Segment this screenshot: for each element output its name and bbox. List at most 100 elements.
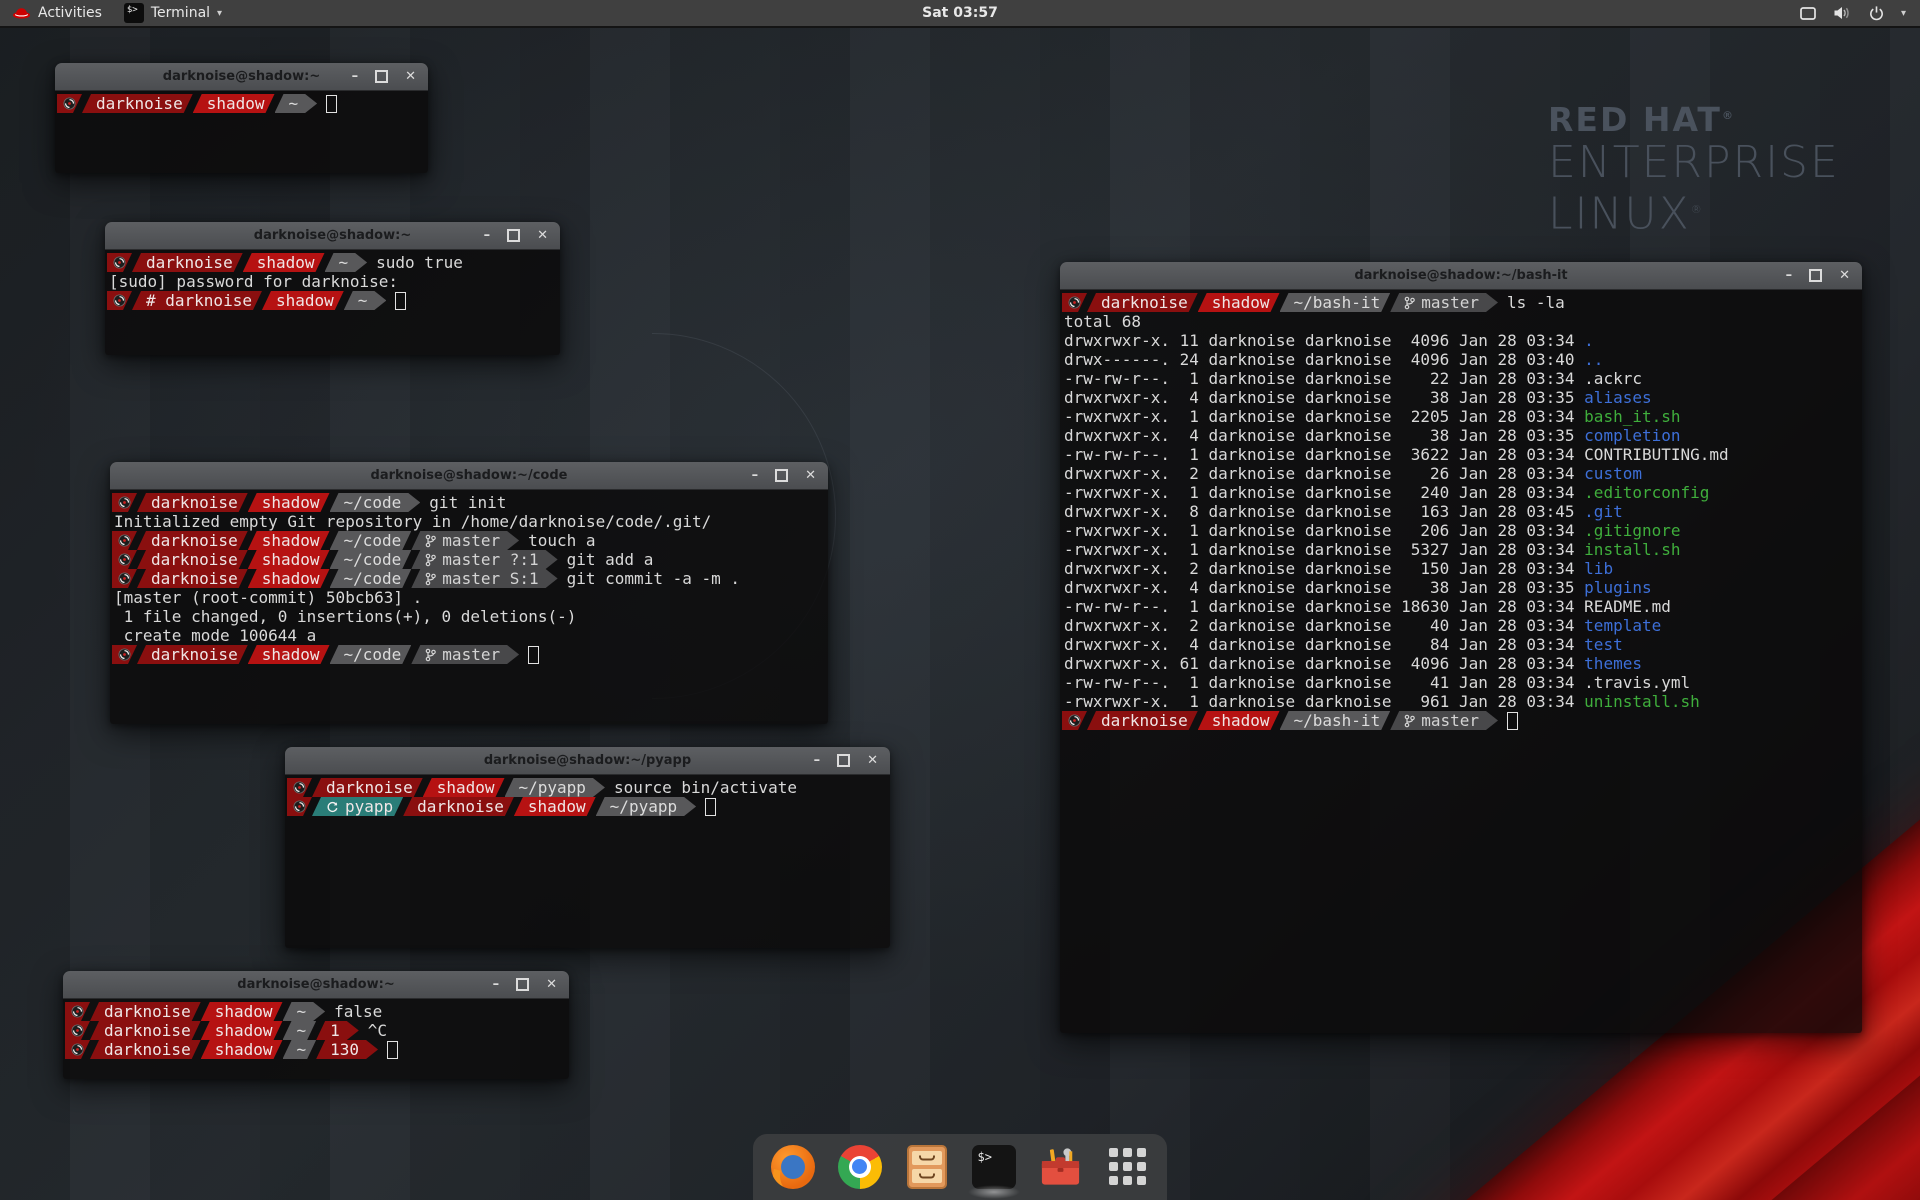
terminal-dock-button[interactable]: $> — [970, 1143, 1017, 1190]
app-menu-terminal[interactable]: $> Terminal ▾ — [114, 0, 232, 26]
terminal-mini-icon: $> — [124, 3, 144, 23]
terminal-line: total 68 — [1062, 312, 1860, 331]
maximize-button[interactable] — [516, 978, 529, 991]
window-title: darknoise@shadow:~/pyapp — [285, 753, 890, 768]
terminal-line: # darknoiseshadow~ — [107, 291, 558, 310]
file-listing-row: -rwxrwxr-x. 1 darknoise darknoise 5327 J… — [1062, 540, 1681, 559]
activities-button[interactable]: Activities — [0, 0, 114, 26]
file-listing-row: drwxrwxr-x. 2 darknoise darknoise 150 Ja… — [1062, 559, 1613, 578]
maximize-button[interactable] — [375, 70, 388, 83]
file-name: uninstall.sh — [1584, 692, 1700, 711]
prompt-os-icon — [118, 648, 131, 661]
terminal-content[interactable]: darknoiseshadow~/codegit initInitialized… — [110, 490, 828, 724]
directory-name: . — [1584, 331, 1594, 350]
terminal-line: drwxrwxr-x. 4 darknoise darknoise 38 Jan… — [1062, 388, 1860, 407]
minimize-button[interactable]: – — [484, 229, 491, 242]
terminal-line: darknoiseshadow~/codemaster ?:1git add a — [112, 550, 826, 569]
terminal-cursor — [395, 292, 406, 310]
directory-name: template — [1584, 616, 1661, 635]
close-button[interactable]: ✕ — [546, 978, 557, 991]
terminal-content[interactable]: darknoiseshadow~ — [55, 91, 428, 173]
terminal-line: drwxrwxr-x. 2 darknoise darknoise 40 Jan… — [1062, 616, 1860, 635]
terminal-content[interactable]: darknoiseshadow~/pyappsource bin/activat… — [285, 775, 890, 948]
close-button[interactable]: ✕ — [805, 469, 816, 482]
prompt-segment-branch: master — [411, 645, 519, 664]
prompt-segment-host: shadow — [248, 645, 330, 664]
terminal-line: drwxrwxr-x. 11 darknoise darknoise 4096 … — [1062, 331, 1860, 350]
terminal-content[interactable]: darknoiseshadow~/bash-itmasterls -latota… — [1060, 290, 1862, 1033]
terminal-window-w4: darknoise@shadow:~/pyapp– ✕ darknoiseshado… — [285, 747, 890, 948]
prompt-segment-path: ~/bash-it — [1280, 293, 1391, 312]
chrome-dock-button[interactable] — [836, 1143, 883, 1190]
command-text: git init — [429, 493, 506, 512]
prompt-os-icon — [63, 97, 76, 110]
terminal-content[interactable]: darknoiseshadow~sudo true[sudo] password… — [105, 250, 560, 355]
red-hat-logo-icon — [12, 6, 31, 20]
prompt-segment-path: ~/code — [330, 493, 421, 512]
command-text: touch a — [528, 531, 595, 550]
display-icon — [1799, 5, 1817, 22]
volume-icon — [1833, 5, 1852, 21]
titlebar[interactable]: darknoise@shadow:~/code–✕ — [110, 462, 828, 490]
minimize-button[interactable]: – — [752, 469, 759, 482]
file-listing-row: -rw-rw-r--. 1 darknoise darknoise 22 Jan… — [1062, 369, 1642, 388]
terminal-line: -rw-rw-r--. 1 darknoise darknoise 3622 J… — [1062, 445, 1860, 464]
toolbox-dock-button[interactable] — [1037, 1143, 1084, 1190]
prompt-segment-host: shadow — [193, 94, 275, 113]
prompt-segment-user: darknoise — [312, 778, 423, 797]
brand-red-hat: RED HAT® — [1548, 100, 1840, 139]
prompt-segment-host: shadow — [248, 550, 330, 569]
clock[interactable]: Sat 03:57 — [0, 5, 1920, 21]
close-button[interactable]: ✕ — [867, 754, 878, 767]
titlebar[interactable]: darknoise@shadow:~–✕ — [63, 971, 569, 999]
terminal-content[interactable]: darknoiseshadow~falsedarknoiseshadow~1^C… — [63, 999, 569, 1079]
show-applications-dock-button[interactable] — [1104, 1143, 1151, 1190]
minimize-button[interactable]: – — [1786, 269, 1793, 282]
titlebar[interactable]: darknoise@shadow:~/bash-it–✕ — [1060, 262, 1862, 290]
prompt-segment-path: ~ — [283, 1040, 317, 1059]
git-branch-icon — [425, 572, 436, 586]
titlebar[interactable]: darknoise@shadow:~/pyapp– ✕ — [285, 747, 890, 775]
files-dock-button[interactable] — [903, 1143, 950, 1190]
terminal-window-w3: darknoise@shadow:~/code–✕darknoiseshadow… — [110, 462, 828, 724]
prompt-segment-user: darknoise — [132, 253, 243, 272]
file-listing-row: -rwxrwxr-x. 1 darknoise darknoise 2205 J… — [1062, 407, 1681, 426]
file-listing-row: drwxrwxr-x. 4 darknoise darknoise 38 Jan… — [1062, 578, 1652, 597]
terminal-line: -rwxrwxr-x. 1 darknoise darknoise 2205 J… — [1062, 407, 1860, 426]
window-buttons: –✕ — [1786, 269, 1862, 282]
prompt-segment-app — [287, 778, 312, 797]
titlebar[interactable]: darknoise@shadow:~–✕ — [55, 63, 428, 91]
close-button[interactable]: ✕ — [405, 70, 416, 83]
directory-name: test — [1584, 635, 1623, 654]
prompt-segment-path: ~/code — [330, 645, 412, 664]
terminal-window-w5: darknoise@shadow:~–✕darknoiseshadow~fals… — [63, 971, 569, 1079]
file-listing-row: drwxrwxr-x. 4 darknoise darknoise 38 Jan… — [1062, 426, 1681, 445]
prompt-segment-app — [107, 291, 132, 310]
prompt-segment-path: ~/pyapp — [505, 778, 605, 797]
maximize-button[interactable] — [775, 469, 788, 482]
terminal-cursor — [705, 798, 716, 816]
minimize-button[interactable]: – — [352, 70, 359, 83]
titlebar[interactable]: darknoise@shadow:~–✕ — [105, 222, 560, 250]
firefox-dock-button[interactable] — [769, 1143, 816, 1190]
maximize-button[interactable] — [507, 229, 520, 242]
minimize-button[interactable]: – — [814, 754, 821, 767]
git-branch-icon — [425, 534, 436, 548]
system-status-area[interactable]: ▾ — [1785, 0, 1920, 26]
file-listing-row: -rwxrwxr-x. 1 darknoise darknoise 961 Ja… — [1062, 692, 1700, 711]
prompt-os-icon — [71, 1005, 84, 1018]
minimize-button[interactable]: – — [493, 978, 500, 991]
file-name: .travis.yml — [1584, 673, 1690, 692]
prompt-segment-user: darknoise — [90, 1040, 201, 1059]
directory-name: plugins — [1584, 578, 1651, 597]
close-button[interactable]: ✕ — [1839, 269, 1850, 282]
top-bar: Activities $> Terminal ▾ Sat 03:57 ▾ — [0, 0, 1920, 28]
terminal-line: darknoiseshadow~/codemastertouch a — [112, 531, 826, 550]
maximize-button[interactable] — [837, 754, 850, 767]
file-name: README.md — [1584, 597, 1671, 616]
maximize-button[interactable] — [1809, 269, 1822, 282]
close-button[interactable]: ✕ — [537, 229, 548, 242]
prompt-os-icon — [118, 534, 131, 547]
file-listing-row: drwxrwxr-x. 4 darknoise darknoise 38 Jan… — [1062, 388, 1652, 407]
terminal-window-w6: darknoise@shadow:~/bash-it–✕darknoisesha… — [1060, 262, 1862, 1033]
